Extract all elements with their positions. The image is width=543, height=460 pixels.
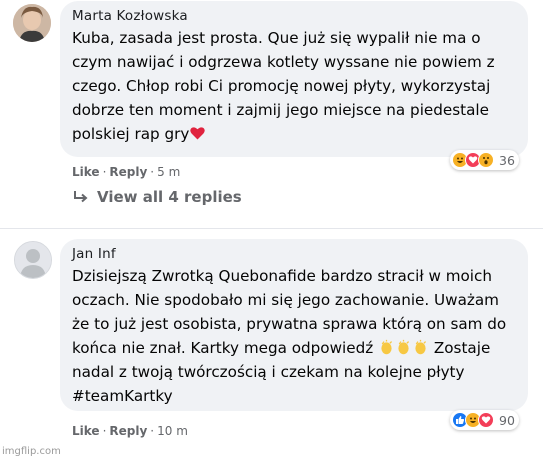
comment-line: oczach. Nie spodobało mi się jego zachow… — [72, 291, 499, 309]
separator: · — [102, 424, 107, 438]
reply-arrow-icon — [74, 191, 88, 203]
reply-link[interactable]: Reply — [109, 165, 147, 179]
clapping-hands-icon — [381, 339, 393, 355]
hashtag[interactable]: #teamKartky — [72, 384, 516, 408]
reaction-summary[interactable]: 90 — [450, 410, 519, 430]
comment-line: końca nie znał. Kartky mega odpowiedź — [72, 339, 374, 357]
avatar[interactable] — [14, 241, 52, 279]
comment-line: że to już jest osobista, prywatna sprawa… — [72, 315, 507, 333]
comment-line: Kuba, zasada jest prosta. Que już się wy… — [72, 29, 481, 47]
separator: · — [102, 165, 107, 179]
comment-bubble: Jan Inf Dzisiejszą Zwrotką Quebonafide b… — [60, 239, 528, 411]
love-icon — [478, 412, 494, 428]
reply-link[interactable]: Reply — [109, 424, 147, 438]
comment-line: Zostaje — [429, 339, 491, 357]
comment-actions: Like · Reply · 5 m — [72, 165, 180, 179]
comment-author[interactable]: Marta Kozłowska — [72, 8, 516, 24]
reaction-count: 36 — [499, 152, 515, 168]
comment-bubble: Marta Kozłowska Kuba, zasada jest prosta… — [60, 1, 528, 157]
reaction-summary[interactable]: 36 — [450, 150, 519, 170]
comment-line: Dzisiejszą Zwrotką Quebonafide bardzo st… — [72, 267, 492, 285]
comment-text: Dzisiejszą Zwrotką Quebonafide bardzo st… — [72, 264, 516, 408]
wow-icon — [478, 152, 494, 168]
comment-line-last: polskiej rap gry — [72, 122, 516, 146]
comment-text: Kuba, zasada jest prosta. Que już się wy… — [72, 26, 516, 146]
like-link[interactable]: Like — [72, 165, 100, 179]
red-heart-icon — [190, 127, 206, 140]
profile-photo-icon — [13, 4, 51, 42]
separator: · — [150, 424, 155, 438]
comment-line: czym nawijać i odgrzewa kotlety wyssane … — [72, 53, 495, 71]
separator: · — [150, 165, 155, 179]
comment-line: dobrze ten moment i zajmij jego miejsce … — [72, 101, 489, 119]
avatar[interactable] — [13, 4, 51, 42]
comment-timestamp[interactable]: 5 m — [157, 165, 180, 179]
comment-line: polskiej rap gry — [72, 125, 190, 143]
comment-line-with-emoji: końca nie znał. Kartky mega odpowiedź Zo… — [72, 336, 516, 360]
reaction-count: 90 — [499, 412, 515, 428]
comment-line: nadal z twoją twórczością i czekam na ko… — [72, 363, 465, 381]
view-replies-link[interactable]: View all 4 replies — [73, 188, 242, 206]
comment-actions: Like · Reply · 10 m — [72, 424, 188, 438]
watermark: imgflip.com — [2, 446, 61, 457]
comment-line: czego. Chłop robi Ci promocję nowej płyt… — [72, 77, 491, 95]
comment-timestamp[interactable]: 10 m — [157, 424, 188, 438]
clapping-hands-icon — [415, 339, 427, 355]
view-replies-label: View all 4 replies — [97, 188, 242, 206]
comment-author[interactable]: Jan Inf — [72, 246, 516, 262]
default-profile-icon — [15, 242, 51, 278]
like-link[interactable]: Like — [72, 424, 100, 438]
clapping-hands-icon — [398, 339, 410, 355]
comment-divider — [0, 228, 543, 229]
